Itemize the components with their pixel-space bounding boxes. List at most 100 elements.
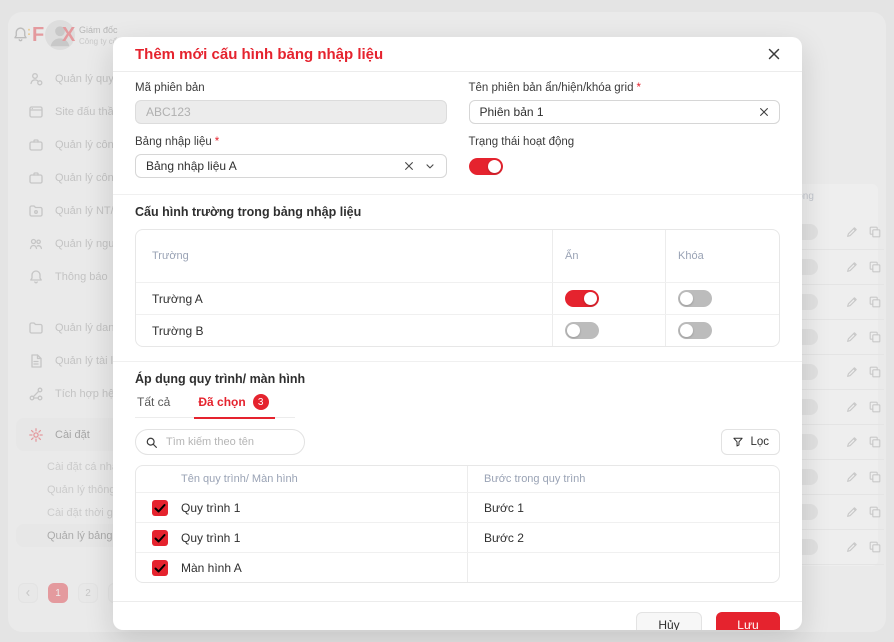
table-row: Quy trình 1 Bước 1 [136, 492, 779, 522]
table-row: Quy trình 1 Bước 2 [136, 522, 779, 552]
briefcase-icon [28, 170, 44, 186]
modal-footer: Hủy Lưu [113, 601, 802, 630]
divider [113, 194, 802, 195]
copy-icon[interactable] [868, 435, 882, 449]
field-code-label: Mã phiên bản [135, 82, 447, 94]
filter-button[interactable]: Lọc [721, 429, 780, 455]
hidden-toggle[interactable] [565, 322, 599, 339]
name-input[interactable] [469, 100, 781, 124]
integration-icon [28, 386, 44, 402]
fields-table: Trường Ẩn Khóa Trường A Trường B [135, 229, 780, 347]
apply-table-header: Tên quy trình/ Màn hình Bước trong quy t… [136, 466, 779, 492]
user-role: Giám đốc [79, 25, 118, 35]
copy-icon[interactable] [868, 295, 882, 309]
field-name-label: Tên phiên bản ẩn/hiện/khóa grid [469, 82, 634, 94]
checkbox[interactable] [152, 560, 168, 576]
apply-section-title: Áp dụng quy trình/ màn hình [135, 372, 780, 386]
tabs: Tất cả Đã chọn 3 [135, 394, 295, 418]
code-input [135, 100, 447, 124]
copy-icon[interactable] [868, 330, 882, 344]
edit-pencil-icon[interactable] [845, 505, 859, 519]
cancel-button[interactable]: Hủy [636, 612, 702, 630]
chevron-left-icon [23, 588, 33, 598]
copy-icon[interactable] [868, 365, 882, 379]
modal-title: Thêm mới cấu hình bảng nhập liệu [135, 46, 383, 63]
bell-icon [28, 269, 44, 285]
pagination-prev-button[interactable] [18, 583, 38, 603]
edit-pencil-icon[interactable] [845, 225, 859, 239]
input-table-value: Bảng nhập liệu A [146, 159, 237, 173]
field-input-table: Bảng nhập liệu* Bảng nhập liệu A [135, 136, 447, 180]
copy-icon[interactable] [868, 225, 882, 239]
tab-selected[interactable]: Đã chọn 3 [196, 394, 270, 417]
process-step: Bước 2 [467, 523, 779, 552]
checkbox[interactable] [152, 500, 168, 516]
column-header: Bước trong quy trình [467, 466, 779, 492]
save-button[interactable]: Lưu [716, 612, 780, 630]
input-table-label: Bảng nhập liệu [135, 136, 212, 148]
fields-section-title: Cấu hình trường trong bảng nhập liệu [135, 205, 780, 219]
required-mark: * [215, 136, 219, 148]
logo-letter-left: F [32, 24, 44, 47]
process-step [467, 553, 779, 582]
gear-icon [28, 427, 44, 443]
apply-table: Tên quy trình/ Màn hình Bước trong quy t… [135, 465, 780, 583]
funnel-icon [732, 436, 744, 448]
folder-user-icon [28, 203, 44, 219]
users-icon [28, 236, 44, 252]
pagination-page-button[interactable]: 1 [48, 583, 68, 603]
column-header: Tên quy trình/ Màn hình [136, 466, 467, 492]
status-label: Trạng thái hoạt động [469, 136, 781, 148]
copy-icon[interactable] [868, 400, 882, 414]
input-table-select[interactable]: Bảng nhập liệu A [135, 154, 447, 178]
copy-icon[interactable] [868, 540, 882, 554]
screen: : F X Giám đốc Công ty cổ Quản lý quy tr… [0, 0, 894, 642]
search-icon [145, 436, 158, 449]
table-row: Trường A [136, 282, 779, 314]
user-company: Công ty cổ [79, 37, 117, 46]
edit-pencil-icon[interactable] [845, 295, 859, 309]
pagination-page-button[interactable]: 2 [78, 583, 98, 603]
copy-icon[interactable] [868, 470, 882, 484]
copy-icon[interactable] [868, 505, 882, 519]
logo-letter-right: X [62, 24, 75, 47]
edit-pencil-icon[interactable] [845, 330, 859, 344]
document-icon [28, 353, 44, 369]
field-name-cell: Trường A [136, 283, 552, 314]
process-name: Quy trình 1 [181, 531, 240, 545]
edit-pencil-icon[interactable] [845, 435, 859, 449]
process-name: Quy trình 1 [181, 501, 240, 515]
chevron-down-icon[interactable] [424, 160, 436, 172]
status-toggle[interactable] [469, 158, 503, 175]
table-row: Trường B [136, 314, 779, 346]
checkbox[interactable] [152, 530, 168, 546]
field-name-cell: Trường B [136, 315, 552, 346]
edit-pencil-icon[interactable] [845, 400, 859, 414]
pagination: 123 [18, 583, 128, 603]
edit-pencil-icon[interactable] [845, 540, 859, 554]
edit-pencil-icon[interactable] [845, 260, 859, 274]
column-header: Ẩn [552, 230, 665, 282]
search-row: Lọc [135, 429, 780, 455]
close-icon[interactable] [766, 46, 782, 62]
field-code: Mã phiên bản [135, 82, 447, 124]
tab-all[interactable]: Tất cả [135, 394, 172, 417]
folder-icon [28, 320, 44, 336]
hidden-toggle[interactable] [565, 290, 599, 307]
search-input[interactable] [135, 429, 305, 455]
edit-pencil-icon[interactable] [845, 470, 859, 484]
modal-header: Thêm mới cấu hình bảng nhập liệu [113, 37, 802, 72]
edit-pencil-icon[interactable] [845, 365, 859, 379]
field-name: Tên phiên bản ẩn/hiện/khóa grid* [469, 82, 781, 124]
copy-icon[interactable] [868, 260, 882, 274]
clear-icon[interactable] [403, 160, 415, 172]
modal-body: Mã phiên bản Tên phiên bản ẩn/hiện/khóa … [113, 72, 802, 583]
modal-add-config: Thêm mới cấu hình bảng nhập liệu Mã phiê… [113, 37, 802, 630]
locked-toggle[interactable] [678, 322, 712, 339]
clear-icon[interactable] [758, 106, 770, 118]
column-header: Trường [136, 230, 552, 282]
locked-toggle[interactable] [678, 290, 712, 307]
briefcase-icon [28, 137, 44, 153]
workflow-icon [28, 71, 44, 87]
table-row: Màn hình A [136, 552, 779, 582]
